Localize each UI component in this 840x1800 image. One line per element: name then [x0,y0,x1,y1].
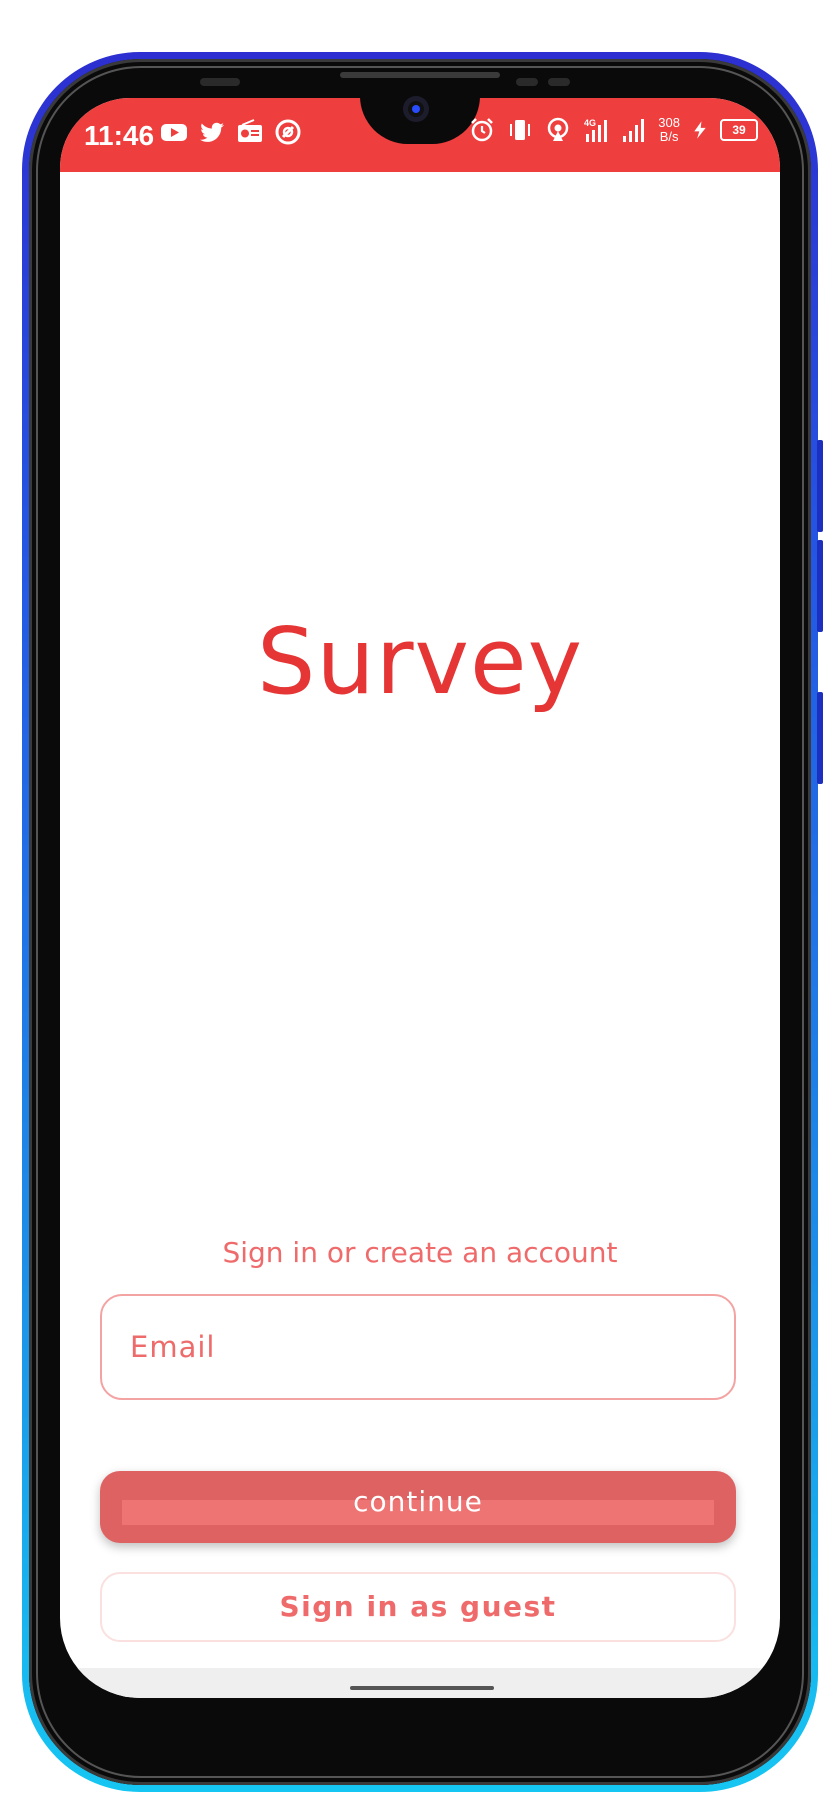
app-icon [275,119,301,145]
system-icons: 4G 308 B/s 39 [468,116,758,144]
network-type-label: 4G [584,118,596,128]
signal-4g-icon: 4G [584,118,608,142]
network-speed-value: 308 [658,115,680,130]
device-screenshot: 11:46 4G 308 B/s 39 Survey Sign in or cr… [0,0,840,1800]
email-field[interactable] [100,1294,736,1400]
continue-button-label: continue [353,1485,483,1518]
sign-in-subtitle: Sign in or create an account [222,1236,618,1269]
network-speed-unit: B/s [659,129,679,144]
earpiece-speaker [340,72,500,78]
notification-icons [160,118,302,146]
sensor [548,78,570,86]
app-title: Survey [256,608,584,715]
battery-indicator: 39 [720,119,758,141]
volume-up-button [817,540,823,632]
volume-down-button [817,692,823,784]
hotspot-icon [548,117,569,141]
status-time: 11:46 [84,120,155,151]
alarm-icon [471,118,494,142]
power-button [817,440,823,532]
sensor [200,78,240,86]
gesture-nav-area [60,1668,780,1698]
radio-icon [238,119,262,142]
sensor [516,78,538,86]
signal-icon [623,119,645,142]
youtube-icon [161,124,187,141]
twitter-icon [200,122,224,142]
charging-icon [694,121,706,139]
continue-button[interactable]: continue [100,1471,736,1543]
network-speed: 308 B/s [658,116,680,144]
guest-sign-in-button[interactable]: Sign in as guest [100,1572,736,1642]
app-screen: 11:46 4G 308 B/s 39 Survey Sign in or cr… [60,98,780,1698]
front-camera [403,96,429,122]
vibrate-icon [510,120,531,140]
home-indicator[interactable] [350,1686,494,1690]
